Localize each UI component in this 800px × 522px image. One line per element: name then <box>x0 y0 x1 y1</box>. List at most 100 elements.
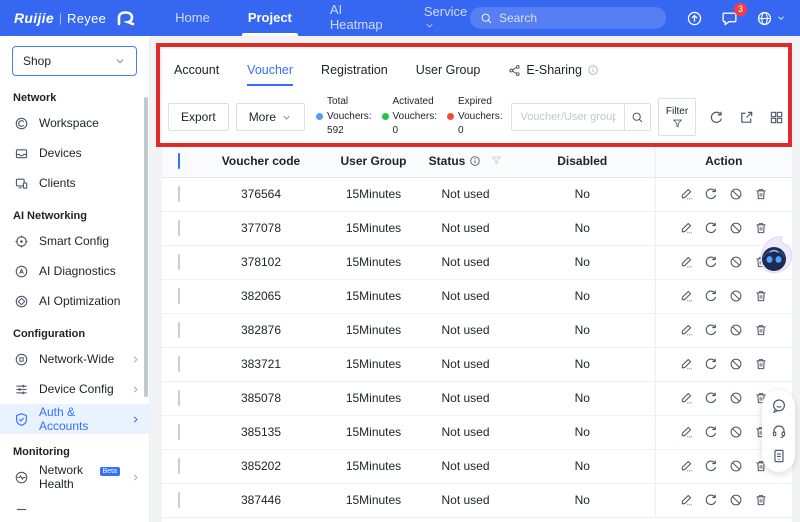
select-all-checkbox[interactable] <box>178 152 180 169</box>
filter-button[interactable]: Filter <box>658 98 696 136</box>
edit-button[interactable] <box>679 459 693 473</box>
edit-button[interactable] <box>679 323 693 337</box>
disable-button[interactable] <box>729 323 743 337</box>
row-checkbox[interactable] <box>178 220 180 236</box>
row-checkbox[interactable] <box>178 390 180 406</box>
edit-button[interactable] <box>679 289 693 303</box>
renew-button[interactable] <box>704 289 718 303</box>
renew-button[interactable] <box>704 187 718 201</box>
sidebar-item-device-config[interactable]: Device Config <box>0 374 149 404</box>
renew-button[interactable] <box>704 459 718 473</box>
sidebar-item-smart-config[interactable]: Smart Config <box>0 226 149 256</box>
disable-button[interactable] <box>729 187 743 201</box>
tab-registration[interactable]: Registration <box>321 63 388 86</box>
disable-button[interactable] <box>729 255 743 269</box>
sidebar-item-ai-diagnostics[interactable]: AI Diagnostics <box>0 256 149 286</box>
stat-value: 592 <box>327 125 344 137</box>
delete-button[interactable] <box>754 289 768 303</box>
tab-e-sharing[interactable]: E-Sharing <box>508 63 599 86</box>
export-button[interactable]: Export <box>168 103 229 131</box>
row-checkbox[interactable] <box>178 288 180 304</box>
renew-button[interactable] <box>704 425 718 439</box>
renew-button[interactable] <box>704 493 718 507</box>
status-cell: Not used <box>421 245 510 280</box>
export-share-icon[interactable] <box>739 110 754 125</box>
voucher-search-input[interactable] <box>512 104 625 130</box>
renew-button[interactable] <box>704 323 718 337</box>
disable-button[interactable] <box>729 357 743 371</box>
header-user-group: User Group <box>326 145 421 178</box>
renew-button[interactable] <box>704 357 718 371</box>
support-headset-icon[interactable] <box>771 423 787 439</box>
delete-button[interactable] <box>754 187 768 201</box>
network-select-dropdown[interactable]: Shop <box>12 46 137 76</box>
sidebar-item-devices[interactable]: Devices <box>0 138 149 168</box>
docs-panel-icon[interactable] <box>771 448 787 464</box>
edit-button[interactable] <box>679 187 693 201</box>
tab-user-group[interactable]: User Group <box>416 63 481 86</box>
nav-item-project[interactable]: Project <box>241 0 298 36</box>
row-checkbox[interactable] <box>178 186 180 202</box>
chevron-down-icon <box>424 20 435 31</box>
sidebar-item-network-wide[interactable]: Network-Wide <box>0 344 149 374</box>
sidebar-item-ai-optimization[interactable]: AI Optimization <box>0 286 149 316</box>
row-checkbox[interactable] <box>178 424 180 440</box>
ai-assistant-mascot[interactable] <box>752 231 798 281</box>
global-search-input[interactable] <box>499 11 656 25</box>
table-header-row: Voucher code User Group Status Disabled … <box>162 145 792 178</box>
voucher-search-button[interactable] <box>624 104 651 130</box>
sidebar-item-partial[interactable] <box>0 494 149 522</box>
nav-item-ai-heatmap[interactable]: AI Heatmap <box>330 0 386 36</box>
row-checkbox[interactable] <box>178 492 180 508</box>
status-cell: Not used <box>421 449 510 484</box>
disabled-cell: No <box>510 313 655 348</box>
sidebar-item-clients[interactable]: Clients <box>0 168 149 198</box>
renew-button[interactable] <box>704 221 718 235</box>
info-icon[interactable] <box>587 64 599 76</box>
disable-button[interactable] <box>729 391 743 405</box>
edit-button[interactable] <box>679 357 693 371</box>
row-checkbox[interactable] <box>178 254 180 270</box>
sidebar-item-network-health[interactable]: Network Health Beta <box>0 462 149 492</box>
sidebar-item-workspace[interactable]: Workspace <box>0 108 149 138</box>
delete-button[interactable] <box>754 357 768 371</box>
row-checkbox[interactable] <box>178 356 180 372</box>
delete-button[interactable] <box>754 493 768 507</box>
tab-account[interactable]: Account <box>174 63 219 86</box>
status-cell: Not used <box>421 483 510 518</box>
edit-button[interactable] <box>679 493 693 507</box>
status-cell: Not used <box>421 313 510 348</box>
row-checkbox[interactable] <box>178 322 180 338</box>
sidebar-item-auth-accounts[interactable]: Auth & Accounts <box>0 404 149 434</box>
brand-logo[interactable]: Ruijie | Reyee <box>14 9 137 27</box>
info-icon[interactable] <box>469 155 481 167</box>
disable-button[interactable] <box>729 221 743 235</box>
tab-voucher[interactable]: Voucher <box>247 63 293 86</box>
clients-icon <box>14 176 29 191</box>
disable-button[interactable] <box>729 459 743 473</box>
tab-label: Voucher <box>247 63 294 77</box>
disable-button[interactable] <box>729 425 743 439</box>
funnel-icon[interactable] <box>491 155 502 166</box>
discover-icon[interactable] <box>686 10 703 27</box>
messages-icon[interactable]: 3 <box>721 2 747 27</box>
language-selector[interactable] <box>756 10 786 27</box>
global-search[interactable] <box>470 7 666 29</box>
disable-button[interactable] <box>729 289 743 303</box>
nav-item-service[interactable]: Service <box>424 0 467 36</box>
nav-item-home[interactable]: Home <box>175 0 210 36</box>
disable-button[interactable] <box>729 493 743 507</box>
delete-button[interactable] <box>754 323 768 337</box>
edit-button[interactable] <box>679 425 693 439</box>
refresh-icon[interactable] <box>709 110 724 125</box>
sidebar-scrollbar[interactable] <box>144 97 148 397</box>
renew-button[interactable] <box>704 255 718 269</box>
column-settings-icon[interactable] <box>769 110 784 125</box>
feedback-chat-icon[interactable] <box>771 398 787 414</box>
more-button[interactable]: More <box>235 103 306 131</box>
edit-button[interactable] <box>679 255 693 269</box>
row-checkbox[interactable] <box>178 458 180 474</box>
edit-button[interactable] <box>679 221 693 235</box>
renew-button[interactable] <box>704 391 718 405</box>
edit-button[interactable] <box>679 391 693 405</box>
